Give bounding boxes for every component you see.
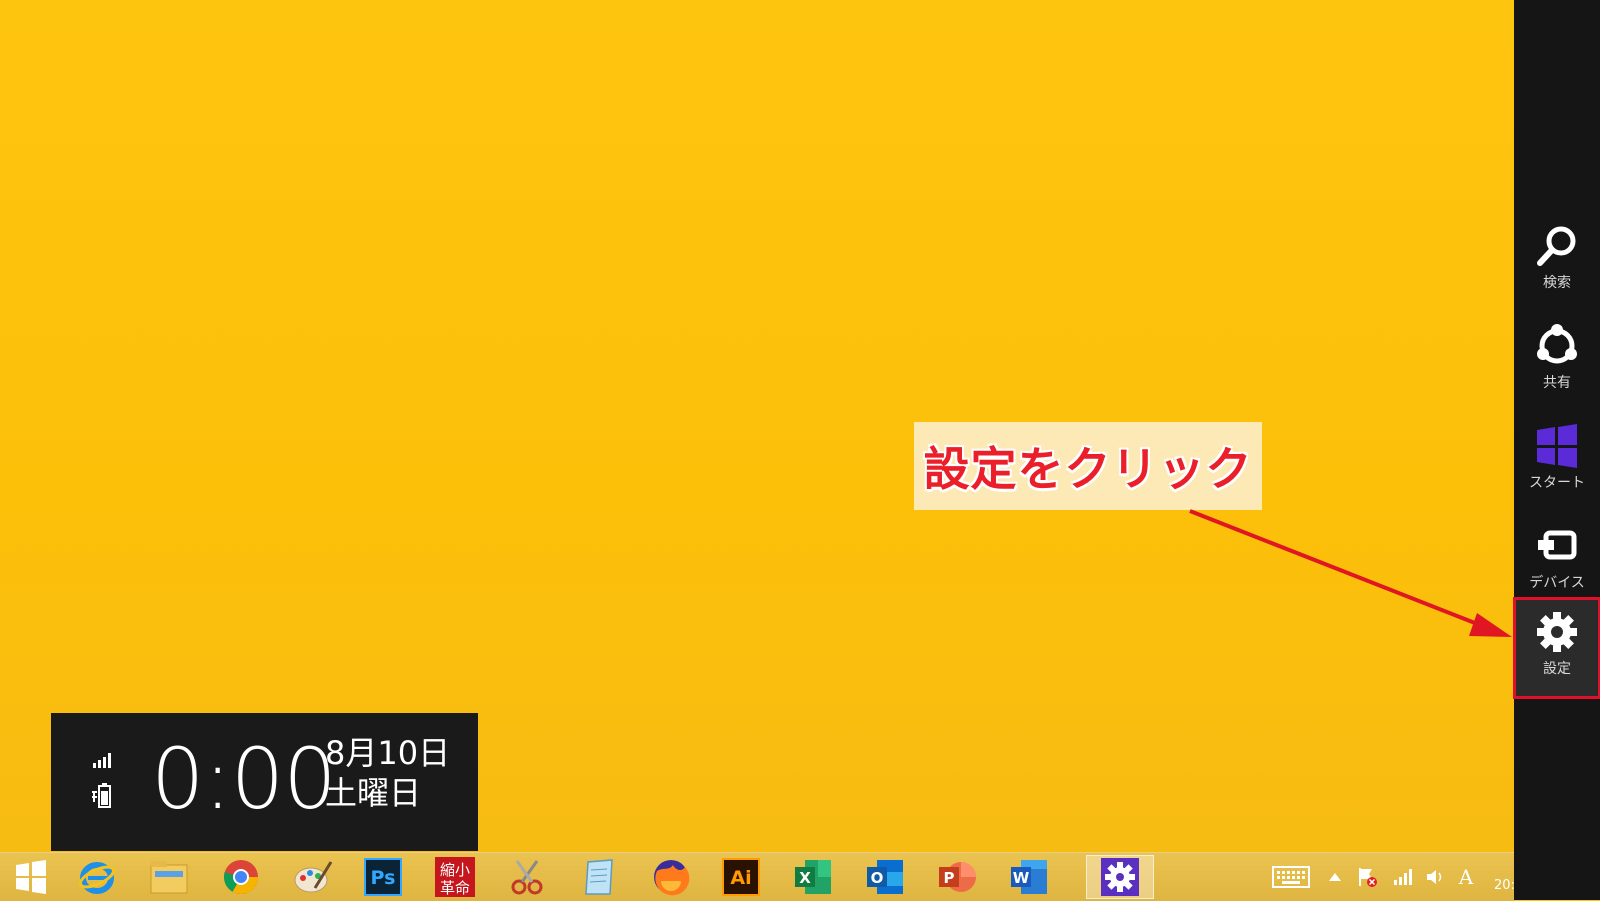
folder-icon: [150, 861, 188, 894]
taskbar-clock[interactable]: 20:: [1494, 878, 1515, 893]
excel-icon: X: [795, 860, 831, 894]
touch-keyboard-button[interactable]: [1270, 853, 1312, 901]
taskbar-file-explorer[interactable]: [138, 855, 200, 899]
windows-logo-icon: [1535, 422, 1579, 470]
svg-text:W: W: [1013, 869, 1030, 887]
internet-explorer-icon: [78, 862, 116, 894]
firefox-icon: [654, 860, 690, 896]
taskbar-outlook[interactable]: O: [854, 855, 916, 899]
clock-overlay: 0:00 8月10日 土曜日: [51, 713, 478, 851]
annotation-text: 設定をクリック: [923, 442, 1253, 496]
taskbar-powerpoint[interactable]: P: [926, 855, 988, 899]
taskbar-excel[interactable]: X: [782, 855, 844, 899]
flag-error-icon: [1359, 868, 1377, 887]
notepad-icon: [585, 859, 613, 895]
annotation-callout: 設定をクリック: [914, 422, 1262, 510]
charm-devices-label: デバイス: [1529, 575, 1585, 591]
charm-settings-label: 設定: [1543, 661, 1571, 677]
shukusho-kakumei-icon: 縮小 革命: [435, 857, 475, 897]
network-button[interactable]: [1390, 853, 1416, 901]
clock-time: 0:00: [151, 730, 337, 828]
signal-icon: [1394, 869, 1412, 885]
taskbar-notepad[interactable]: [568, 855, 630, 899]
paint-palette-icon: [294, 861, 333, 893]
taskbar-chrome[interactable]: [210, 855, 272, 899]
charm-start[interactable]: スタート: [1514, 412, 1600, 508]
start-button[interactable]: [0, 855, 62, 899]
charm-start-label: スタート: [1529, 475, 1585, 491]
charm-devices[interactable]: デバイス: [1514, 512, 1600, 608]
ime-mode-indicator[interactable]: A: [1454, 853, 1478, 901]
devices-icon: [1534, 522, 1580, 570]
svg-text:Ai: Ai: [730, 867, 751, 889]
charm-share-label: 共有: [1543, 375, 1571, 391]
status-icons: [91, 751, 115, 813]
scissors-icon: [511, 860, 543, 895]
taskbar-paint[interactable]: [282, 855, 344, 899]
powerpoint-icon: P: [939, 862, 976, 892]
charm-share[interactable]: 共有: [1514, 312, 1600, 408]
taskbar-shukusho-kakumei[interactable]: 縮小 革命: [424, 855, 486, 899]
svg-text:P: P: [944, 869, 955, 887]
taskbar-settings[interactable]: [1086, 855, 1154, 899]
keyboard-icon: [1272, 866, 1310, 888]
taskbar-word[interactable]: W: [998, 855, 1060, 899]
battery-charging-icon: [92, 783, 111, 808]
illustrator-icon: Ai: [722, 858, 760, 896]
taskbar-illustrator[interactable]: Ai: [710, 855, 772, 899]
gear-icon: [1535, 608, 1579, 656]
taskbar-snipping-tool[interactable]: [496, 855, 558, 899]
gear-icon: [1101, 858, 1139, 896]
speaker-icon: [1427, 870, 1442, 884]
charm-settings[interactable]: 設定: [1513, 597, 1600, 699]
charms-bar: 検索 共有 スタート デバイス 設定: [1513, 0, 1600, 900]
clock-date-day: 8月10日: [325, 734, 451, 772]
charm-search-label: 検索: [1543, 275, 1571, 291]
volume-button[interactable]: [1422, 853, 1448, 901]
photoshop-icon: Ps: [364, 858, 402, 896]
taskbar-internet-explorer[interactable]: [66, 855, 128, 899]
svg-text:縮小: 縮小: [440, 861, 470, 879]
taskbar-photoshop[interactable]: Ps: [352, 855, 414, 899]
chrome-icon: [224, 860, 258, 894]
windows-start-icon: [16, 860, 46, 894]
action-center-button[interactable]: [1354, 853, 1380, 901]
word-icon: W: [1011, 860, 1047, 894]
share-icon: [1534, 322, 1580, 370]
show-hidden-icons-button[interactable]: [1324, 853, 1346, 901]
svg-text:O: O: [871, 869, 884, 887]
chevron-up-icon: [1329, 873, 1341, 881]
svg-text:X: X: [799, 869, 811, 887]
outlook-icon: O: [867, 860, 903, 894]
svg-text:革命: 革命: [440, 879, 470, 897]
search-icon: [1534, 222, 1580, 270]
taskbar-firefox[interactable]: [640, 855, 702, 899]
clock-date-weekday: 土曜日: [325, 774, 422, 812]
svg-text:Ps: Ps: [371, 867, 396, 889]
charm-search[interactable]: 検索: [1514, 212, 1600, 308]
signal-icon: [93, 753, 111, 768]
clock-date: 8月10日 土曜日: [325, 733, 450, 813]
taskbar: Ps 縮小 革命 Ai X O P W A: [0, 852, 1514, 901]
